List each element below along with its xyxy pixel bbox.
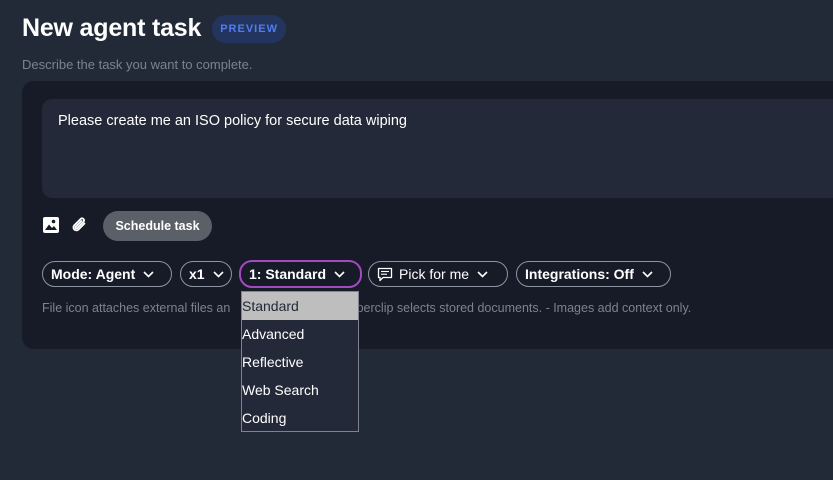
header: New agent task PREVIEW — [22, 14, 286, 43]
dropdown-option-advanced[interactable]: Advanced — [242, 320, 358, 348]
pick-for-me-dropdown[interactable]: Pick for me — [368, 261, 508, 287]
multiplier-label: x1 — [189, 266, 205, 282]
chevron-down-icon — [334, 270, 345, 278]
level-dropdown-menu: Standard Advanced Reflective Web Search … — [241, 291, 359, 432]
mode-dropdown[interactable]: Mode: Agent — [42, 261, 172, 287]
chevron-down-icon — [143, 270, 154, 278]
integrations-label: Integrations: Off — [525, 266, 634, 282]
level-label: 1: Standard — [249, 266, 327, 282]
task-panel: Please create me an ISO policy for secur… — [22, 81, 833, 349]
page-title: New agent task — [22, 14, 202, 42]
preview-badge: PREVIEW — [212, 14, 286, 43]
chevron-down-icon — [642, 270, 653, 278]
chat-icon — [377, 267, 393, 282]
mode-label: Mode: Agent — [51, 266, 136, 282]
dropdown-option-standard[interactable]: Standard — [242, 292, 358, 320]
paperclip-icon[interactable] — [69, 214, 91, 236]
dropdown-option-web-search[interactable]: Web Search — [242, 376, 358, 404]
multiplier-dropdown[interactable]: x1 — [180, 261, 232, 287]
task-prompt-text: Please create me an ISO policy for secur… — [58, 113, 407, 129]
integrations-dropdown[interactable]: Integrations: Off — [516, 261, 671, 287]
help-text-left: File icon attaches external files an — [42, 301, 231, 315]
pick-for-me-label: Pick for me — [399, 266, 470, 282]
level-dropdown[interactable]: 1: Standard — [239, 260, 362, 288]
dropdown-option-coding[interactable]: Coding — [242, 404, 358, 432]
page-subtitle: Describe the task you want to complete. — [22, 57, 253, 72]
image-icon[interactable] — [40, 214, 62, 236]
task-prompt-input[interactable]: Please create me an ISO policy for secur… — [42, 99, 833, 198]
schedule-task-button[interactable]: Schedule task — [103, 211, 212, 241]
help-text-right: ed). Paperclip selects stored documents.… — [316, 301, 692, 315]
dropdown-option-reflective[interactable]: Reflective — [242, 348, 358, 376]
help-text: File icon attaches external files an ed).… — [42, 301, 691, 315]
chevron-down-icon — [477, 270, 488, 278]
chevron-down-icon — [213, 270, 224, 278]
